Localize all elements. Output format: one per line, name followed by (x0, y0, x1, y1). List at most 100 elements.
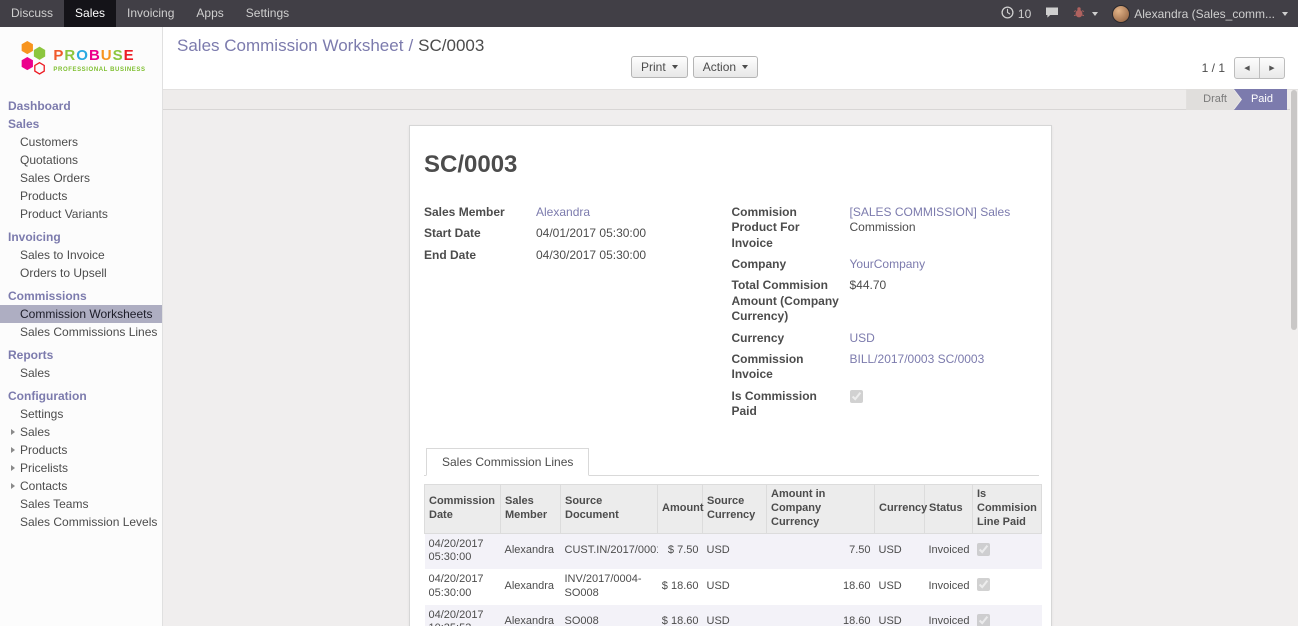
app-menu-discuss[interactable]: Discuss (0, 0, 64, 27)
sidebar-item-products[interactable]: Products (0, 187, 162, 205)
app-menu-apps[interactable]: Apps (185, 0, 234, 27)
field-label: Is Commission Paid (732, 389, 850, 420)
print-button[interactable]: Print (631, 56, 688, 78)
breadcrumb-parent-link[interactable]: Sales Commission Worksheet (177, 36, 403, 55)
sidebar-heading-configuration[interactable]: Configuration (0, 387, 162, 405)
sidebar-item-pricelists[interactable]: Pricelists (0, 459, 162, 477)
commission-invoice-link[interactable]: BILL/2017/0003 SC/0003 (850, 352, 985, 383)
app-menu: Discuss Sales Invoicing Apps Settings (0, 0, 300, 27)
currency-link[interactable]: USD (850, 331, 875, 346)
col-amount[interactable]: Amount (658, 485, 703, 533)
caret-down-icon (1092, 12, 1098, 16)
cell-status: Invoiced (925, 569, 973, 605)
status-paid[interactable]: Paid (1234, 89, 1287, 110)
sidebar-item-contacts[interactable]: Contacts (0, 477, 162, 495)
expand-icon (11, 447, 15, 453)
sidebar-item-sales-report[interactable]: Sales (0, 364, 162, 382)
sidebar-item-quotations[interactable]: Quotations (0, 151, 162, 169)
sidebar-heading-reports[interactable]: Reports (0, 346, 162, 364)
pager-next-button[interactable]: ▶ (1259, 57, 1285, 79)
sidebar-item-config-sales[interactable]: Sales (0, 423, 162, 441)
line-paid-checkbox[interactable] (977, 614, 990, 626)
col-source-document[interactable]: Source Document (561, 485, 658, 533)
table-row[interactable]: 04/20/2017 05:30:00 Alexandra CUST.IN/20… (425, 533, 1042, 569)
user-name: Alexandra (Sales_comm... (1134, 7, 1275, 21)
sidebar-heading-invoicing[interactable]: Invoicing (0, 228, 162, 246)
field-label: Commision Product For Invoice (732, 205, 850, 251)
table-header-row: Commission Date Sales Member Source Docu… (425, 485, 1042, 533)
col-sales-member[interactable]: Sales Member (501, 485, 561, 533)
field-commission-product: Commision Product For Invoice [SALES COM… (732, 205, 1040, 251)
expand-icon (11, 465, 15, 471)
breadcrumb-separator: / (408, 36, 413, 55)
app-menu-settings[interactable]: Settings (235, 0, 300, 27)
sidebar-heading-commissions[interactable]: Commissions (0, 287, 162, 305)
commission-product-link[interactable]: [SALES COMMISSION] Sales (850, 205, 1011, 219)
cell-commission-date: 04/20/2017 05:30:00 (425, 569, 501, 605)
sidebar-item-sales-orders[interactable]: Sales Orders (0, 169, 162, 187)
sidebar-item-label: Sales (20, 425, 50, 439)
action-button[interactable]: Action (693, 56, 758, 78)
tab-sales-commission-lines[interactable]: Sales Commission Lines (426, 448, 589, 476)
pager-previous-button[interactable]: ◀ (1234, 57, 1260, 79)
cell-commission-date: 04/20/2017 05:30:00 (425, 533, 501, 569)
field-groups: Sales Member Alexandra Start Date 04/01/… (424, 205, 1039, 425)
sidebar-heading-dashboard[interactable]: Dashboard (0, 97, 162, 115)
sidebar-item-product-variants[interactable]: Product Variants (0, 205, 162, 223)
clock-icon (1001, 6, 1014, 22)
debug-menu[interactable] (1073, 6, 1098, 21)
col-is-commission-line-paid[interactable]: Is Commision Line Paid (973, 485, 1042, 533)
systray: 10 Alexandra (Sales_comm... (1001, 0, 1298, 27)
cell-currency: USD (875, 533, 925, 569)
cell-status: Invoiced (925, 605, 973, 626)
sidebar: PROBUSE PROFESSIONAL BUSINESS Dashboard … (0, 27, 163, 626)
company-link[interactable]: YourCompany (850, 257, 926, 272)
sidebar-item-orders-to-upsell[interactable]: Orders to Upsell (0, 264, 162, 282)
breadcrumb-current: SC/0003 (418, 36, 484, 55)
col-amount-in-company-currency[interactable]: Amount in Company Currency (767, 485, 875, 533)
caret-down-icon (672, 65, 678, 69)
line-paid-checkbox[interactable] (977, 543, 990, 556)
status-draft[interactable]: Draft (1186, 89, 1241, 110)
total-commission-amount-value: $44.70 (850, 278, 887, 324)
scrollbar-thumb[interactable] (1291, 90, 1297, 330)
cell-amount: $ 18.60 (658, 569, 703, 605)
col-currency[interactable]: Currency (875, 485, 925, 533)
field-company: Company YourCompany (732, 257, 1040, 272)
sidebar-item-settings[interactable]: Settings (0, 405, 162, 423)
cell-status: Invoiced (925, 533, 973, 569)
user-menu[interactable]: Alexandra (Sales_comm... (1112, 5, 1288, 23)
app-menu-sales[interactable]: Sales (64, 0, 116, 27)
sidebar-item-sales-to-invoice[interactable]: Sales to Invoice (0, 246, 162, 264)
sidebar-item-commission-worksheets[interactable]: Commission Worksheets (0, 305, 162, 323)
activities-menu[interactable]: 10 (1001, 6, 1031, 22)
is-commission-paid-checkbox[interactable] (850, 390, 863, 403)
commission-lines-table: Commission Date Sales Member Source Docu… (424, 484, 1042, 626)
col-commission-date[interactable]: Commission Date (425, 485, 501, 533)
end-date-value: 04/30/2017 05:30:00 (536, 248, 646, 263)
table-row[interactable]: 04/20/2017 05:30:00 Alexandra INV/2017/0… (425, 569, 1042, 605)
cell-amount-in-company-currency: 18.60 (767, 569, 875, 605)
topbar: Discuss Sales Invoicing Apps Settings 10… (0, 0, 1298, 27)
sales-member-link[interactable]: Alexandra (536, 205, 590, 220)
line-paid-checkbox[interactable] (977, 578, 990, 591)
app-menu-invoicing[interactable]: Invoicing (116, 0, 185, 27)
vertical-scrollbar[interactable] (1290, 90, 1298, 626)
table-row[interactable]: 04/20/2017 10:35:53 Alexandra SO008 $ 18… (425, 605, 1042, 626)
sidebar-item-customers[interactable]: Customers (0, 133, 162, 151)
cell-amount-in-company-currency: 18.60 (767, 605, 875, 626)
cell-line-paid (973, 569, 1042, 605)
col-source-currency[interactable]: Source Currency (703, 485, 767, 533)
sidebar-item-config-products[interactable]: Products (0, 441, 162, 459)
cell-source-currency: USD (703, 605, 767, 626)
cell-source-document: CUST.IN/2017/0001 (561, 533, 658, 569)
cell-amount: $ 18.60 (658, 605, 703, 626)
sidebar-item-sales-teams[interactable]: Sales Teams (0, 495, 162, 513)
sidebar-heading-sales[interactable]: Sales (0, 115, 162, 133)
sidebar-item-sales-commissions-lines[interactable]: Sales Commissions Lines (0, 323, 162, 341)
messages-menu[interactable] (1045, 6, 1059, 22)
col-status[interactable]: Status (925, 485, 973, 533)
control-panel: Sales Commission Worksheet / SC/0003 Print… (163, 27, 1298, 89)
commission-product-rest: Commission (850, 220, 1011, 235)
sidebar-item-sales-commission-levels[interactable]: Sales Commission Levels (0, 513, 162, 531)
